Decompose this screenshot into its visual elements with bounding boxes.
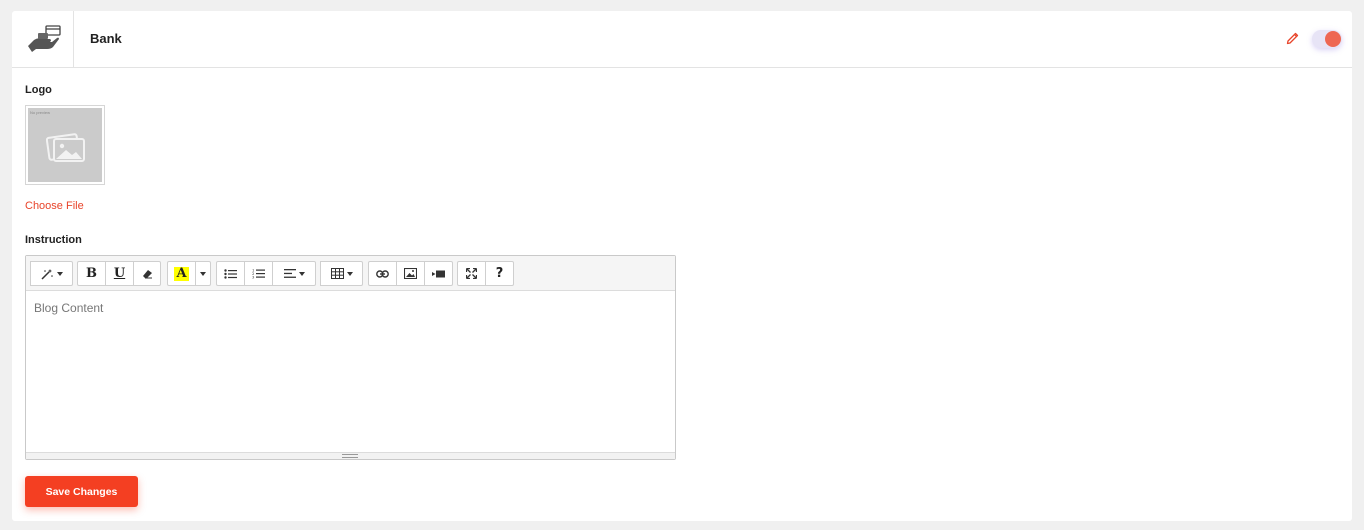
font-style-group: B U <box>77 261 161 286</box>
picture-icon <box>404 268 417 279</box>
table-icon <box>330 268 344 279</box>
editor-resize-handle[interactable] <box>26 452 675 459</box>
fullscreen-icon <box>466 268 477 279</box>
bank-card-hand-icon <box>28 25 61 52</box>
paragraph-group: 1 2 3 <box>216 261 316 286</box>
image-placeholder-icon <box>46 133 85 162</box>
align-icon <box>283 269 296 278</box>
magic-style-icon <box>41 268 53 280</box>
video-button[interactable] <box>424 261 453 286</box>
unordered-list-icon <box>224 268 237 279</box>
clear-format-button[interactable] <box>133 261 161 286</box>
style-button[interactable] <box>30 261 73 286</box>
toggle-knob <box>1325 31 1341 47</box>
grip-icon <box>342 454 358 458</box>
style-group <box>30 261 73 286</box>
enable-toggle[interactable] <box>1312 30 1342 48</box>
editor-toolbar: B U A 1 2 3 ? <box>26 256 675 291</box>
underline-button[interactable]: U <box>105 261 134 286</box>
link-icon <box>376 269 389 278</box>
editor-content-area[interactable]: Blog Content <box>26 292 675 452</box>
page-title: Bank <box>90 31 122 46</box>
save-changes-button[interactable]: Save Changes <box>25 476 138 507</box>
caret-down-icon <box>57 271 63 276</box>
thumbnail-caption: No preview <box>30 110 51 115</box>
bold-button[interactable]: B <box>77 261 106 286</box>
choose-file-link[interactable]: Choose File <box>25 200 84 212</box>
logo-thumbnail: No preview <box>28 108 102 182</box>
unordered-list-button[interactable] <box>216 261 245 286</box>
link-button[interactable] <box>368 261 397 286</box>
color-dropdown-button[interactable] <box>195 261 211 286</box>
eraser-icon <box>142 269 152 278</box>
logo-label: Logo <box>25 84 52 96</box>
caret-down-icon <box>200 271 206 276</box>
ordered-list-button[interactable]: 1 2 3 <box>244 261 273 286</box>
card-header: Bank <box>12 11 1352 68</box>
font-color-button[interactable]: A <box>167 261 196 286</box>
header-icon-cell <box>12 11 74 67</box>
rich-text-editor: B U A 1 2 3 ? Blog Content <box>25 255 676 460</box>
insert-group <box>368 261 453 286</box>
editor-placeholder: Blog Content <box>34 301 104 315</box>
svg-text:3: 3 <box>252 275 255 280</box>
caret-down-icon <box>298 271 305 276</box>
view-group: ? <box>457 261 514 286</box>
ordered-list-icon: 1 2 3 <box>252 268 265 279</box>
bank-payment-card: Bank Logo No preview Choose File Instruc… <box>12 11 1352 521</box>
logo-preview: No preview <box>25 105 105 185</box>
video-icon <box>432 270 445 277</box>
picture-button[interactable] <box>396 261 425 286</box>
fullscreen-button[interactable] <box>457 261 486 286</box>
font-color-icon: A <box>174 265 189 281</box>
instruction-label: Instruction <box>25 234 82 246</box>
caret-down-icon <box>346 271 353 276</box>
pencil-edit-icon[interactable] <box>1286 31 1300 45</box>
help-button[interactable]: ? <box>485 261 514 286</box>
table-button[interactable] <box>320 261 363 286</box>
table-group <box>320 261 363 286</box>
align-button[interactable] <box>272 261 316 286</box>
color-group: A <box>167 261 211 286</box>
